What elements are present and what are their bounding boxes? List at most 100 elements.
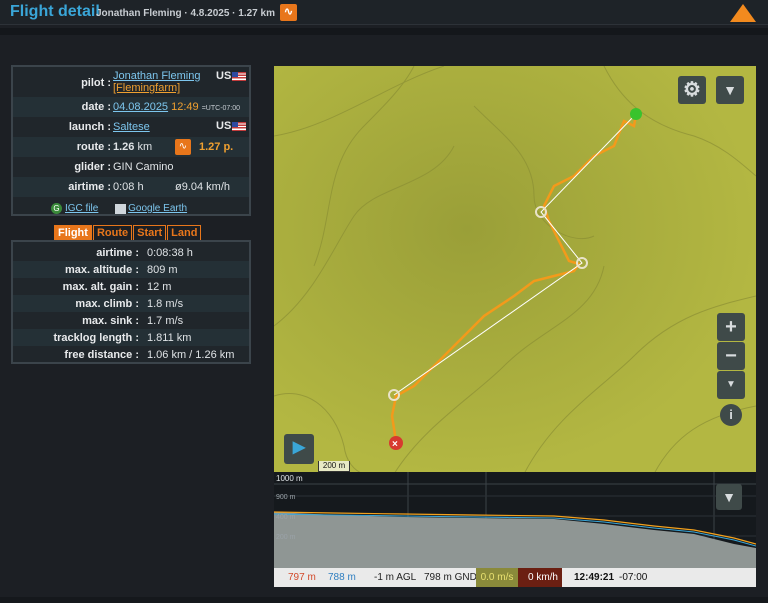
airtime-label: airtime : [68,181,111,193]
pilot-team-link[interactable]: [Flemingfarm] [113,82,180,94]
stat-label: max. altitude : [65,264,139,276]
profile-ylabel: 900 m [276,494,296,501]
time-value: 12:49 [171,101,199,113]
tab-route[interactable]: Route [92,225,133,241]
map-menu-button[interactable]: ▼ [716,76,744,104]
stat-label: airtime : [96,247,139,259]
play-button[interactable]: ▶ [284,434,314,464]
status-vario: 0.0 m/s [476,568,518,587]
status-time: 12:49:21 [574,572,615,583]
us-flag-icon [232,122,246,131]
route-value: 1.26 km [113,141,152,153]
map-scale: 200 m [318,461,350,472]
stat-value: 1.7 m/s [147,315,184,327]
chevron-down-icon: ▼ [722,489,736,505]
start-marker[interactable] [630,108,642,120]
gear-icon: ⚙ [683,79,701,101]
footer-bar [0,597,768,603]
profile-status-bar: 797 m 788 m -1 m AGL 798 m GND 0.0 m/s 0… [274,568,756,587]
launch-country: US [216,120,232,132]
stat-value: 12 m [147,281,172,293]
pilot-name-link[interactable]: Jonathan Fleming [113,70,200,82]
stat-row: max. altitude : 809 m [13,261,249,278]
pilot-country: US [216,70,232,82]
stat-row: max. climb : 1.8 m/s [13,295,249,312]
stat-value: 0:08:38 h [147,247,193,259]
route-distance: 1.26 [113,141,135,153]
stat-row: max. alt. gain : 12 m [13,278,249,295]
igc-icon: G [51,203,62,214]
date-value: 04.08.2025 12:49 =UTC-07:00 [113,101,240,113]
launch-row: launch : Saltese US [13,117,249,137]
profile-chart: 1000 m 900 m 400 m 200 m [274,472,756,568]
stat-value: 1.8 m/s [147,298,184,310]
pilot-row: pilot : Jonathan Fleming [Flemingfarm] U… [13,67,249,97]
route-unit: km [137,141,153,153]
info-button[interactable]: i [720,404,742,426]
igc-file-link[interactable]: IGC file [65,203,98,214]
stat-value: 1.811 km [147,332,192,344]
svg-text:×: × [392,439,398,450]
flight-map[interactable]: × ⚙ ▼ + − ▼ i ▶ 200 m [274,66,756,474]
profile-ylabel: 1000 m [276,474,303,483]
profile-ylabel: 400 m [276,514,296,521]
flight-info-panel: pilot : Jonathan Fleming [Flemingfarm] U… [11,65,251,216]
tab-start[interactable]: Start [133,225,167,241]
stat-row: tracklog length : 1.811 km [13,329,249,346]
status-altitude: 797 m [288,572,316,583]
stat-label: max. sink : [82,315,139,327]
status-agl: -1 m AGL [374,572,417,583]
route-type-icon: ∿ [175,139,191,155]
stat-label: free distance : [64,349,139,361]
tab-flight[interactable]: Flight [54,225,92,241]
route-row: route : 1.26 km ∿ 1.27 p. [13,137,249,157]
stat-row: max. sink : 1.7 m/s [13,312,249,329]
google-earth-icon [115,203,127,214]
status-speed: 0 km/h [518,568,562,587]
stat-value: 1.06 km / 1.26 km [147,349,235,361]
zoom-out-button[interactable]: − [717,342,745,370]
info-icon: i [729,407,733,422]
detail-tabs: Flight Route Start Land [54,223,202,241]
chevron-down-icon: ▼ [726,379,736,390]
profile-ylabel: 200 m [276,534,296,541]
status-ground: 798 m GND [424,572,477,583]
us-flag-icon [232,72,246,81]
stat-label: tracklog length : [53,332,139,344]
date-link[interactable]: 04.08.2025 [113,101,168,113]
glider-label: glider : [74,161,111,173]
altitude-profile[interactable]: 1000 m 900 m 400 m 200 m ▼ [274,472,756,568]
profile-menu-button[interactable]: ▼ [716,484,742,510]
header-separator [0,28,768,35]
play-icon: ▶ [292,439,306,456]
pilot-label: pilot : [81,77,111,89]
timezone: =UTC-07:00 [201,105,241,112]
stat-row: airtime : 0:08:38 h [13,244,249,261]
google-earth-link[interactable]: Google Earth [128,203,187,214]
settings-button[interactable]: ⚙ [678,76,706,104]
stat-value: 809 m [147,264,178,276]
stat-label: max. climb : [75,298,139,310]
date-row: date : 04.08.2025 12:49 =UTC-07:00 [13,97,249,117]
layer-down-button[interactable]: ▼ [717,371,745,399]
average-speed: ø9.04 km/h [175,181,231,193]
page-title: Flight detail [10,3,100,20]
map-terrain: × [274,66,756,474]
header-bar: Flight detail Jonathan Fleming · 4.8.202… [0,0,768,25]
launch-label: launch : [68,121,111,133]
glider-value: GIN Camino [113,161,174,173]
glider-row: glider : GIN Camino [13,157,249,177]
airtime-row: airtime : 0:08 h ø9.04 km/h [13,177,249,197]
logo-icon[interactable] [730,4,756,22]
route-points: 1.27 p. [199,141,234,153]
chevron-down-icon: ▼ [723,82,737,98]
flight-stats-panel: airtime :0:08:38 h max. altitude :809 m … [11,240,251,364]
status-altitude-2: 788 m [328,572,356,583]
stat-label: max. alt. gain : [62,281,139,293]
tab-land[interactable]: Land [167,225,202,241]
zoom-in-button[interactable]: + [717,313,745,341]
download-links: G IGC file Google Earth [51,203,187,214]
status-timezone: -07:00 [619,572,648,583]
date-label: date : [81,101,111,113]
launch-link[interactable]: Saltese [113,121,150,133]
